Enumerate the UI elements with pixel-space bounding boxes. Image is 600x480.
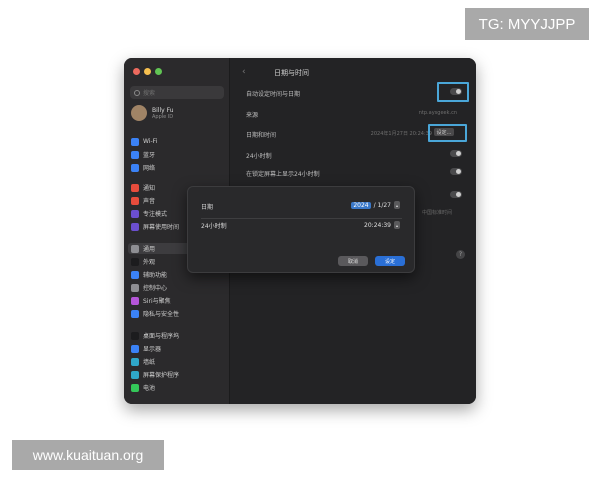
sidebar-item-label: 专注模式 — [143, 211, 168, 218]
moon-icon — [131, 209, 139, 218]
sidebar-item-9[interactable]: 辅助功能 — [131, 269, 167, 280]
time-value[interactable]: 20:24:39 — [364, 222, 391, 229]
appearance-icon — [131, 257, 139, 266]
sidebar-item-6[interactable]: 屏幕使用时间 — [131, 221, 179, 232]
sidebar-item-0[interactable]: Wi-Fi — [131, 136, 157, 147]
siri-icon — [131, 296, 139, 305]
date-field[interactable]: 2024 / 1/27 ▴ — [351, 201, 400, 209]
wifi-icon — [131, 137, 139, 146]
speaker-icon — [131, 196, 139, 205]
back-icon[interactable]: ‹ — [242, 67, 246, 77]
sidebar-item-label: Siri与聚焦 — [143, 298, 171, 305]
site-watermark: www.kuaituan.org — [12, 440, 164, 470]
sidebar-item-label: 外观 — [143, 259, 156, 266]
sidebar-item-5[interactable]: 专注模式 — [131, 208, 167, 219]
sidebar-item-16[interactable]: 屏幕保护程序 — [131, 369, 179, 380]
sidebar-item-label: 隐私与安全性 — [143, 311, 180, 318]
time-stepper-icon[interactable]: ▴ — [394, 221, 400, 229]
date-stepper-icon[interactable]: ▴ — [394, 201, 400, 209]
zoom-button[interactable] — [155, 68, 162, 75]
sidebar-item-label: 电池 — [143, 385, 156, 392]
globe-icon — [131, 163, 139, 172]
sidebar-item-label: 墙纸 — [143, 359, 156, 366]
control-center-icon — [131, 283, 139, 292]
gear-icon — [131, 244, 139, 253]
bell-icon — [131, 183, 139, 192]
sidebar-item-4[interactable]: 声音 — [131, 195, 155, 206]
source-value: ntp.aysgeek.cn — [418, 110, 457, 116]
sidebar-item-11[interactable]: Siri与聚焦 — [131, 295, 171, 306]
auto-set-row: 自动设定时间与日期 — [246, 89, 466, 98]
sidebar-item-13[interactable]: 桌面与程序坞 — [131, 330, 179, 341]
lockscreen-toggle[interactable] — [450, 168, 462, 175]
lockscreen-label: 在锁定屏幕上显示24小时制 — [246, 171, 320, 178]
set-datetime-dialog: 日期 2024 / 1/27 ▴ 24小时制 20:24:39 ▴ 取消 设定 — [187, 186, 415, 273]
sidebar-item-3[interactable]: 通知 — [131, 182, 155, 193]
source-row: 来源 ntp.aysgeek.cn — [246, 110, 466, 119]
display-icon — [131, 344, 139, 353]
sidebar-item-label: 蓝牙 — [143, 152, 156, 159]
page-title: 日期与时间 — [274, 69, 309, 77]
sidebar-item-label: 声音 — [143, 198, 156, 205]
window-controls — [133, 68, 162, 75]
auto-set-highlight — [437, 82, 469, 102]
dialog-divider — [201, 218, 402, 219]
search-input[interactable]: 搜索 — [130, 86, 224, 99]
hour24-row: 24小时制 — [246, 151, 466, 160]
sidebar-item-label: 屏幕使用时间 — [143, 224, 180, 231]
sidebar-item-label: 通知 — [143, 185, 156, 192]
help-icon[interactable]: ? — [456, 250, 465, 259]
sidebar-item-label: 显示器 — [143, 346, 162, 353]
user-name: Billy Fu — [152, 106, 174, 114]
set-datetime-button[interactable]: 设定… — [434, 128, 454, 136]
sidebar-item-17[interactable]: 电池 — [131, 382, 155, 393]
accessibility-icon — [131, 270, 139, 279]
battery-icon — [131, 383, 139, 392]
dialog-time-label: 24小时制 — [201, 223, 227, 230]
ok-button[interactable]: 设定 — [375, 256, 405, 266]
cancel-button[interactable]: 取消 — [338, 256, 368, 266]
datetime-label: 日期和时间 — [246, 132, 277, 139]
sidebar-item-label: 控制中心 — [143, 285, 168, 292]
dock-icon — [131, 331, 139, 340]
time-field[interactable]: 20:24:39 ▴ — [364, 221, 400, 229]
sidebar-item-8[interactable]: 外观 — [131, 256, 155, 267]
avatar — [131, 105, 147, 121]
sidebar-item-14[interactable]: 显示器 — [131, 343, 161, 354]
sidebar-item-label: 网络 — [143, 165, 156, 172]
search-placeholder: 搜索 — [143, 90, 156, 97]
tg-watermark: TG: MYYJJPP — [465, 8, 589, 40]
close-button[interactable] — [133, 68, 140, 75]
sidebar-item-1[interactable]: 蓝牙 — [131, 149, 155, 160]
hour24-label: 24小时制 — [246, 153, 272, 160]
user-account[interactable]: Billy Fu Apple ID — [131, 105, 174, 121]
sidebar-item-label: 屏幕保护程序 — [143, 372, 180, 379]
sidebar-item-12[interactable]: 隐私与安全性 — [131, 308, 179, 319]
sidebar-item-label: 桌面与程序坞 — [143, 333, 180, 340]
lockscreen-row: 在锁定屏幕上显示24小时制 — [246, 169, 466, 178]
sidebar-item-15[interactable]: 墙纸 — [131, 356, 155, 367]
datetime-value: 2024年1月27日 20:24:39 — [370, 131, 432, 137]
search-icon — [134, 89, 140, 96]
auto-set-label: 自动设定时间与日期 — [246, 91, 301, 98]
user-subtitle: Apple ID — [152, 113, 174, 120]
sidebar-item-label: 辅助功能 — [143, 272, 168, 279]
dialog-date-label: 日期 — [201, 204, 214, 211]
minimize-button[interactable] — [144, 68, 151, 75]
sidebar-item-2[interactable]: 网络 — [131, 162, 155, 173]
hand-icon — [131, 309, 139, 318]
bluetooth-icon — [131, 150, 139, 159]
extra-toggle[interactable] — [450, 191, 462, 198]
hourglass-icon — [131, 222, 139, 231]
sidebar-item-label: 通用 — [143, 246, 156, 253]
sidebar-item-label: Wi-Fi — [143, 138, 158, 145]
date-year[interactable]: 2024 — [351, 201, 371, 209]
timezone-value: 中国标准时间 — [422, 210, 453, 216]
hour24-toggle[interactable] — [450, 150, 462, 157]
date-month-day[interactable]: / 1/27 — [374, 202, 391, 209]
screensaver-icon — [131, 370, 139, 379]
wallpaper-icon — [131, 357, 139, 366]
source-label: 来源 — [246, 112, 259, 119]
sidebar-item-10[interactable]: 控制中心 — [131, 282, 167, 293]
